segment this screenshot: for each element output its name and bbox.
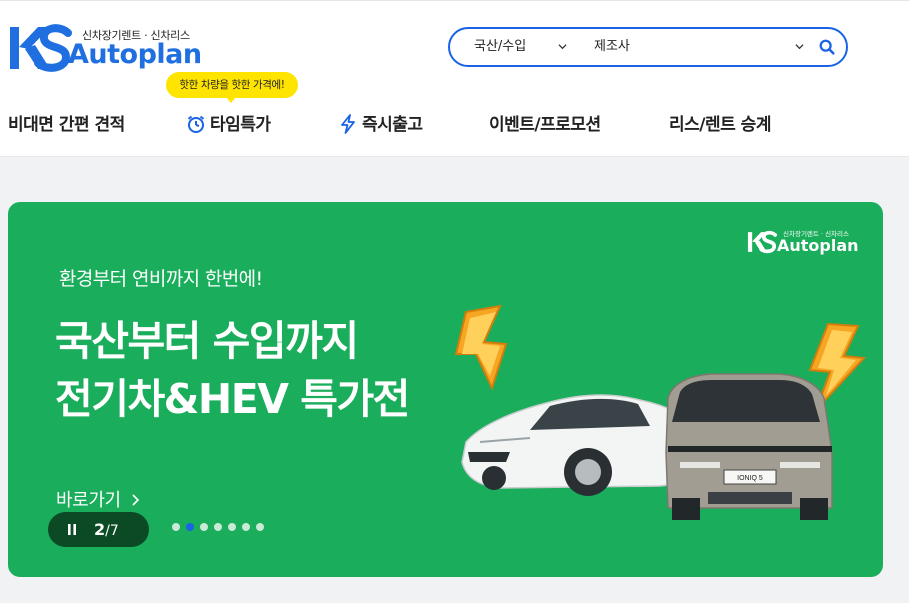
lightning-bolt-illustration: [454, 304, 508, 391]
chevron-right-icon: [132, 494, 140, 506]
nav-item-instant-release[interactable]: 즉시출고: [338, 112, 423, 138]
slide-dot[interactable]: [186, 523, 194, 531]
banner-logo: 신차장기렌트 · 신차리스 Autoplan: [747, 228, 859, 256]
nav-label: 리스/렌트 승계: [669, 115, 771, 135]
slide-dot[interactable]: [172, 523, 180, 531]
slide-dot[interactable]: [200, 523, 208, 531]
pause-icon[interactable]: [67, 524, 77, 535]
nav-label: 즉시출고: [362, 115, 423, 135]
logo-wordmark: Autoplan: [68, 39, 202, 70]
site-logo[interactable]: 신차장기렌트 · 신차리스 Autoplan: [8, 23, 208, 75]
banner-title-line: 국산부터 수입까지: [55, 317, 359, 365]
current-slide: 2: [94, 520, 106, 539]
ks-logo-icon: [10, 24, 72, 72]
maker-select[interactable]: 제조사: [594, 29, 814, 65]
nav-label: 타임특가: [210, 115, 271, 135]
ks-logo-icon: [747, 230, 777, 254]
nav-item-succession[interactable]: 리스/렌트 승계: [669, 112, 771, 138]
slide-counter: 2/7: [94, 518, 119, 543]
banner-title-line: 전기차&HEV 특가전: [55, 375, 410, 423]
search-icon[interactable]: [818, 38, 836, 56]
car-badge: IONIQ 5: [737, 475, 763, 482]
slide-dot[interactable]: [214, 523, 222, 531]
search-bar: 국산/수입 제조사: [448, 27, 848, 67]
alarm-clock-icon: [187, 115, 205, 133]
chevron-down-icon[interactable]: [795, 42, 804, 51]
banner-subtitle: 환경부터 연비까지 한번에!: [59, 268, 263, 290]
nav-item-time-deal[interactable]: 타임특가: [186, 112, 271, 138]
banner-logo-wordmark: Autoplan: [777, 236, 859, 255]
nav-label: 비대면 간편 견적: [8, 115, 125, 135]
nav-label: 이벤트/프로모션: [489, 115, 601, 135]
slide-dot[interactable]: [228, 523, 236, 531]
banner-link-label: 바로가기: [56, 490, 121, 511]
promo-bubble: 핫한 차량을 핫한 가격에!: [166, 72, 298, 103]
total-slides: /7: [105, 523, 119, 539]
banner-title: 국산부터 수입까지 전기차&HEV 특가전: [55, 312, 410, 428]
slider-control: 2/7: [48, 512, 149, 547]
gray-car-illustration: IONIQ 5: [665, 373, 833, 520]
site-header: 신차장기렌트 · 신차리스 Autoplan 국산/수입 제조사 핫한 차량을 …: [0, 0, 909, 157]
lightning-icon: [341, 114, 355, 134]
electric-cars-illustration: IONIQ 5: [454, 304, 867, 520]
chevron-down-icon[interactable]: [558, 42, 567, 51]
slide-dot[interactable]: [242, 523, 250, 531]
banner-shortcut-link[interactable]: 바로가기: [56, 486, 142, 512]
nav-item-quote[interactable]: 비대면 간편 견적: [8, 112, 125, 138]
nav-item-events[interactable]: 이벤트/프로모션: [489, 112, 601, 138]
hero-banner[interactable]: 신차장기렌트 · 신차리스 Autoplan 환경부터 연비까지 한번에! 국산…: [8, 202, 883, 577]
slide-dot[interactable]: [256, 523, 264, 531]
